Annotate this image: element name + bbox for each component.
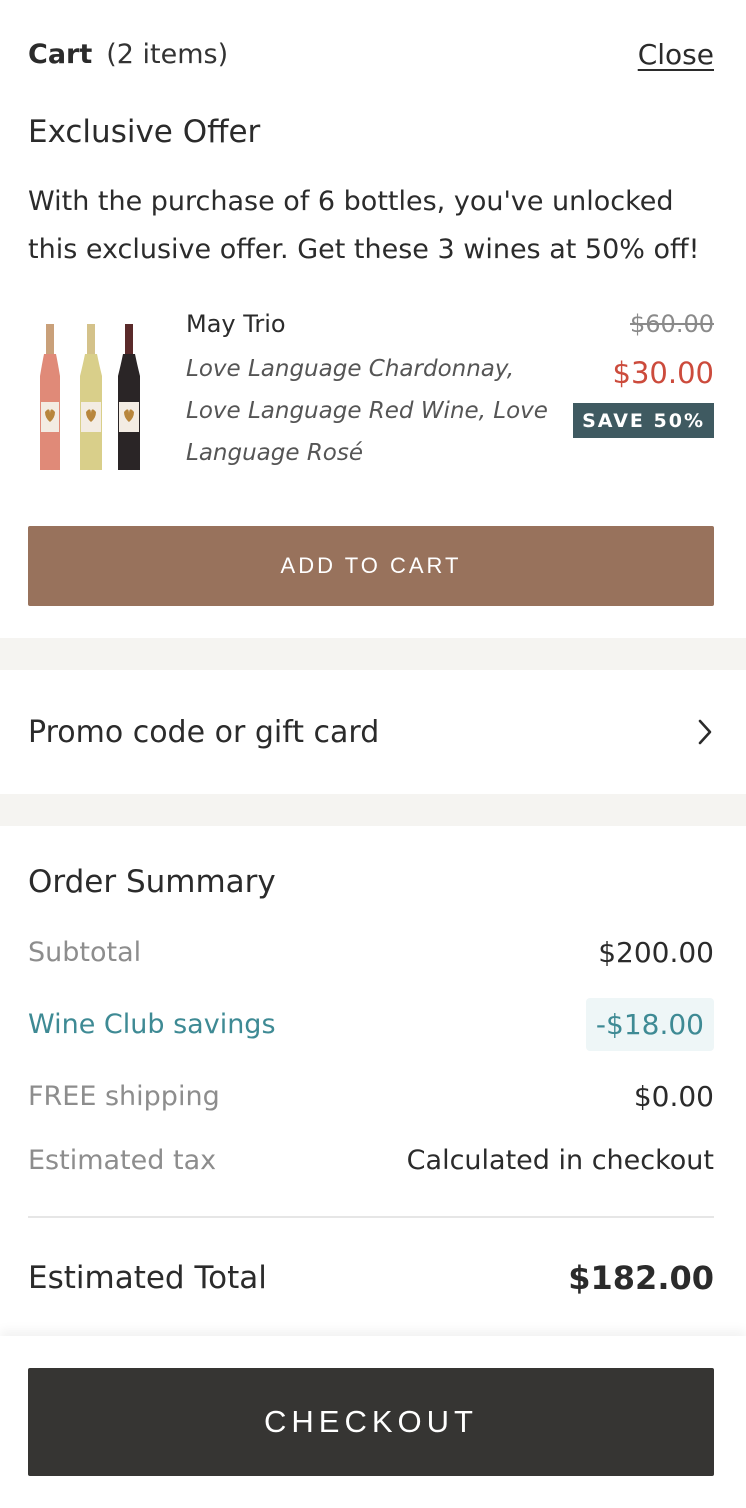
cart-header: Cart (2 items) Close (28, 34, 714, 74)
section-divider (0, 638, 746, 670)
cart-title-label: Cart (28, 38, 93, 70)
shipping-value: $0.00 (633, 1079, 714, 1113)
cart-title: Cart (2 items) (28, 39, 228, 70)
original-price: $60.00 (630, 310, 714, 338)
add-to-cart-button[interactable]: ADD TO CART (28, 526, 714, 606)
save-badge: SAVE 50% (573, 403, 714, 438)
product-name: May Trio (186, 310, 286, 338)
offer-product: May Trio Love Language Chardonnay, Love … (28, 306, 714, 486)
chevron-right-icon (696, 718, 714, 746)
total-row: Estimated Total $182.00 (28, 1256, 714, 1300)
total-label: Estimated Total (28, 1260, 267, 1296)
savings-label: Wine Club savings (28, 1008, 276, 1040)
exclusive-offer-description: With the purchase of 6 bottles, you've u… (28, 186, 700, 265)
tax-label: Estimated tax (28, 1144, 217, 1176)
tax-value: Calculated in checkout (406, 1144, 714, 1176)
wine-bottles-image (40, 324, 140, 470)
subtotal-value: $200.00 (598, 935, 714, 969)
sale-price: $30.00 (612, 356, 714, 390)
cart-item-count: (2 items) (106, 38, 229, 70)
total-value: $182.00 (568, 1259, 714, 1297)
summary-divider (28, 1216, 714, 1218)
exclusive-offer-heading: Exclusive Offer (28, 114, 261, 150)
section-divider (0, 794, 746, 826)
savings-value: -$18.00 (585, 997, 714, 1051)
close-link[interactable]: Close (638, 38, 714, 71)
order-summary-title: Order Summary (28, 864, 276, 900)
subtotal-row: Subtotal $200.00 (28, 930, 714, 974)
tax-row: Estimated tax Calculated in checkout (28, 1140, 714, 1180)
subtotal-label: Subtotal (28, 936, 142, 968)
shipping-label: FREE shipping (28, 1080, 220, 1112)
checkout-footer: CHECKOUT (0, 1336, 746, 1508)
product-description: Love Language Chardonnay, Love Language … (186, 356, 548, 466)
promo-code-row[interactable]: Promo code or gift card (28, 670, 714, 794)
checkout-button[interactable]: CHECKOUT (28, 1368, 714, 1476)
savings-row: Wine Club savings -$18.00 (28, 992, 714, 1056)
shipping-row: FREE shipping $0.00 (28, 1074, 714, 1118)
promo-code-label: Promo code or gift card (28, 714, 380, 750)
